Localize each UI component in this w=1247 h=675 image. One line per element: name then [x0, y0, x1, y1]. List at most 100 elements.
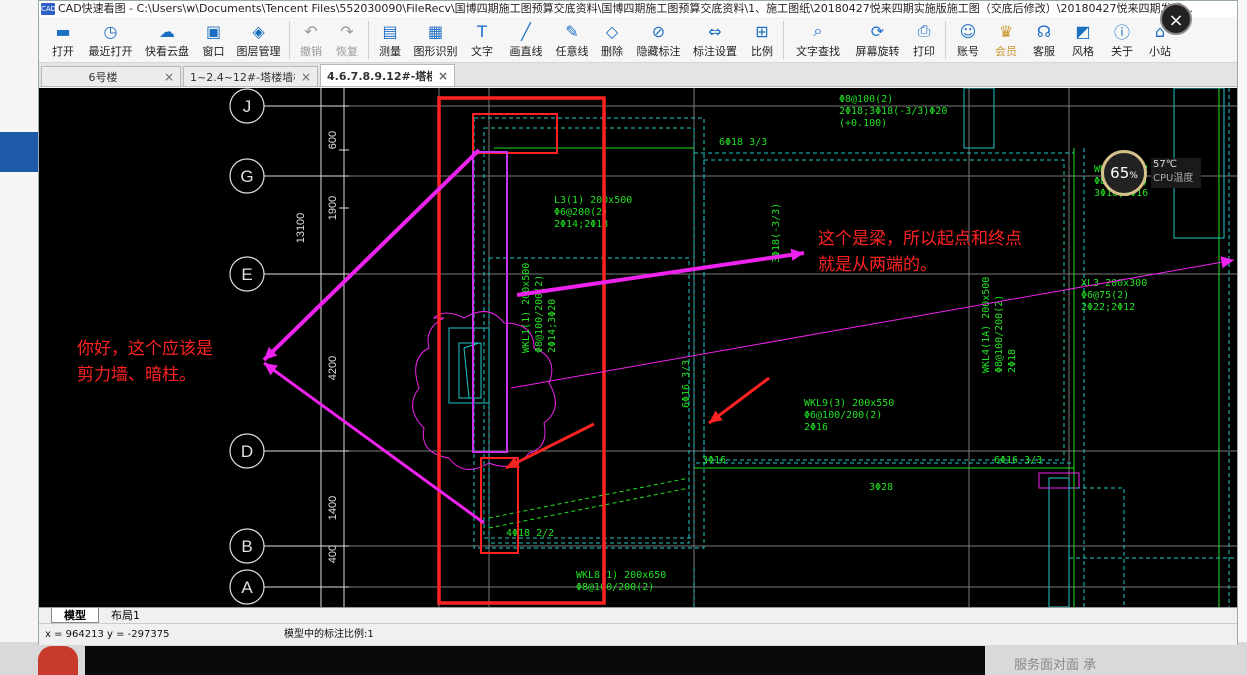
- status-bar: x = 964213 y = -297375 模型中的标注比例:1: [39, 623, 1237, 645]
- toolbar-separator: [289, 21, 290, 59]
- eraser-icon: ◇: [605, 21, 619, 41]
- toolbar-button[interactable]: ☊ 客服: [1025, 17, 1063, 63]
- toolbar-button[interactable]: ◈ 图层管理: [231, 17, 286, 63]
- document-tab[interactable]: 1~2.4~12#-塔楼墙柱… ×: [183, 66, 318, 86]
- toolbar-button-label: 画直线: [509, 45, 543, 58]
- toolbar-button-label: 隐藏标注: [636, 45, 681, 58]
- tab-close-icon[interactable]: ×: [164, 70, 174, 84]
- column-outline: [1048, 477, 1070, 607]
- layout-tab[interactable]: 布局1: [99, 608, 152, 623]
- toolbar-button-label: 比例: [751, 45, 773, 58]
- tab-close-icon[interactable]: ×: [438, 69, 448, 83]
- toolbar-button-label: 快看云盘: [145, 45, 189, 58]
- toolbar-separator: [368, 21, 369, 59]
- toolbar-button[interactable]: ⊘ 隐藏标注: [631, 17, 686, 63]
- document-tab-label: 1~2.4~12#-塔楼墙柱…: [190, 70, 295, 84]
- annotation-shear-wall: 你好，这个应该是 剪力墙、暗柱。: [77, 336, 213, 388]
- toolbar-button[interactable]: ↷ 恢复: [329, 17, 365, 63]
- toolbar-button-label: 任意线: [555, 45, 589, 58]
- beam-annotation: 3Φ18(-3/3): [771, 203, 782, 263]
- annotation-line: 就是从两端的。: [818, 255, 937, 275]
- toolbar-button-label: 打开: [52, 45, 74, 58]
- document-tab-label: 4.6.7.8.9.12#-塔楼…: [327, 69, 432, 83]
- toolbar-button[interactable]: ☁ 快看云盘: [138, 17, 196, 63]
- screen: 服务面对面 承 CAD CAD快速看图 - C:\Users\w\Documen…: [0, 0, 1247, 675]
- cpu-usage-gauge[interactable]: 65%: [1101, 150, 1147, 196]
- beam-annotation: Φ8@100/200(2): [534, 275, 545, 353]
- arrow-to-shear-wall-note: [262, 148, 481, 362]
- beam-outline: [483, 127, 695, 539]
- toolbar-button[interactable]: ⎙ 打印: [906, 17, 942, 63]
- toolbar-button[interactable]: ⓘ 关于: [1103, 17, 1141, 63]
- app-logo-icon: CAD: [41, 3, 57, 15]
- toolbar-button[interactable]: ▬ 打开: [43, 17, 83, 63]
- close-icon[interactable]: ×: [1160, 3, 1192, 35]
- highlight-box-column: [472, 113, 558, 154]
- grid-label: A: [241, 578, 253, 597]
- beam-annotation: 3Φ28: [869, 482, 893, 493]
- toolbar-button[interactable]: ♛ 会员: [987, 17, 1025, 63]
- toolbar-button-label: 会员: [995, 45, 1017, 58]
- beam-annotation: WKL8(1) 200x650: [576, 570, 666, 581]
- document-tab[interactable]: 6号楼 ×: [41, 66, 181, 86]
- start-button[interactable]: [38, 646, 78, 675]
- toolbar-button-label: 恢复: [336, 45, 358, 58]
- toolbar-button[interactable]: ⇔ 标注设置: [686, 17, 744, 63]
- cad-drawing[interactable]: J G E D B A 600 1900 13100 4200 1400 400 L3(1) 200x5…: [39, 88, 1237, 607]
- beam-annotation: WKL9(3) 200x550: [804, 398, 894, 409]
- toolbar-button[interactable]: ▦ 图形识别: [408, 17, 463, 63]
- beam-annotation: 2Φ14;3Φ20: [547, 299, 558, 353]
- toolbar-button[interactable]: ▣ 窗口: [196, 17, 231, 63]
- beam-annotation: WKL4(1A) 200x500: [981, 277, 992, 373]
- toolbar-button-label: 文字: [471, 45, 493, 58]
- toolbar-button[interactable]: ✎ 任意线: [551, 17, 593, 63]
- info-icon: ⓘ: [1113, 23, 1130, 42]
- toolbar-button[interactable]: T 文字: [463, 17, 501, 63]
- title-bar[interactable]: CAD CAD快速看图 - C:\Users\w\Documents\Tence…: [39, 1, 1237, 17]
- layout-tab[interactable]: 模型: [51, 608, 99, 623]
- arrow-red: [505, 422, 595, 470]
- document-tab[interactable]: 4.6.7.8.9.12#-塔楼… ×: [320, 64, 455, 86]
- toolbar-button-label: 文字查找: [796, 45, 840, 58]
- toolbar-button-label: 撤销: [300, 45, 322, 58]
- tab-close-icon[interactable]: ×: [301, 70, 311, 84]
- dimension-text: 1400: [327, 496, 339, 520]
- window-icon: ▣: [205, 21, 222, 41]
- document-tab-label: 6号楼: [88, 70, 118, 84]
- column-line: [463, 342, 480, 349]
- toolbar-button[interactable]: ⟳ 屏幕旋转: [849, 17, 906, 63]
- toolbar-button-label: 测量: [379, 45, 401, 58]
- dimension-text: 1900: [327, 196, 339, 220]
- toolbar-button-label: 打印: [913, 45, 935, 58]
- column-outline: [448, 327, 490, 404]
- main-toolbar: ▬ 打开 ◷ 最近打开 ☁ 快看云盘 ▣ 窗口 ◈ 图层管理 ↶ 撤销 ↷ 恢复 ▤ 测量 ▦ 图形识别 T 文字 ╱ 画…: [39, 17, 1237, 63]
- toolbar-separator: [945, 21, 946, 59]
- toolbar-button[interactable]: ╱ 画直线: [501, 17, 551, 63]
- arrow-to-shear-wall-note-head: [264, 363, 278, 376]
- beam-annotation: Φ8@100/200(2): [994, 295, 1005, 373]
- toolbar-button[interactable]: ◇ 删除: [593, 17, 631, 63]
- ruler-icon: ▤: [382, 21, 398, 41]
- toolbar-button-label: 窗口: [202, 45, 225, 58]
- dimension-text: 400: [327, 545, 339, 563]
- toolbar-button[interactable]: ▤ 测量: [372, 17, 408, 63]
- beam-annotation: 6Φ16 3/3: [994, 455, 1042, 466]
- toolbar-button[interactable]: ⊞ 比例: [744, 17, 780, 63]
- printer-icon: ⎙: [917, 21, 931, 40]
- grid-label: G: [240, 167, 253, 186]
- cpu-percent-unit: %: [1129, 171, 1138, 181]
- toolbar-separator: [783, 21, 784, 59]
- toolbar-button-label: 风格: [1072, 45, 1094, 58]
- toolbar-button[interactable]: ☺ 账号: [949, 17, 987, 63]
- toolbar-button[interactable]: ↶ 撤销: [293, 17, 329, 63]
- vip-icon: ♛: [998, 21, 1014, 41]
- toolbar-button[interactable]: ◷ 最近打开: [83, 17, 138, 63]
- drawing-canvas[interactable]: J G E D B A 600 1900 13100 4200 1400 400 L3(1) 200x5…: [39, 88, 1237, 607]
- toolbar-button[interactable]: ⌕ 文字查找: [787, 17, 849, 63]
- beam-outline: [473, 117, 705, 549]
- toolbar-button[interactable]: ◩ 风格: [1063, 17, 1103, 63]
- dimension-text: 13100: [295, 213, 307, 244]
- pen-icon: ✎: [565, 21, 579, 41]
- grid-label: J: [243, 97, 252, 116]
- background-window: [85, 646, 985, 675]
